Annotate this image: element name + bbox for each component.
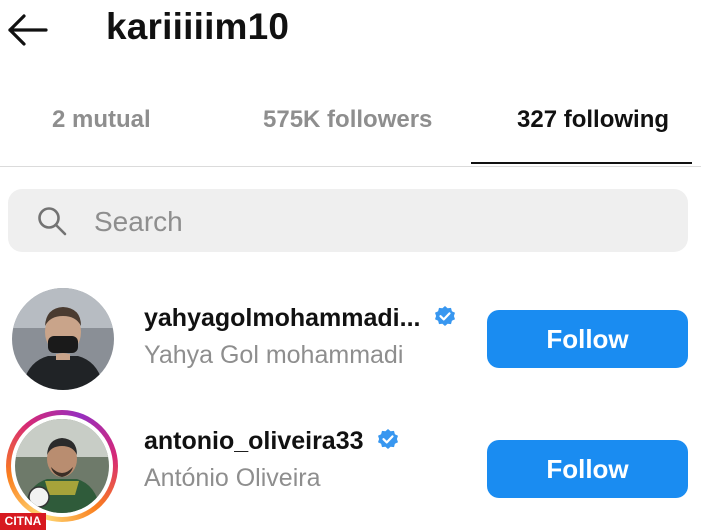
username-text: yahyagolmohammadi... <box>144 304 421 332</box>
username-link[interactable]: antonio_oliveira33 <box>144 427 400 456</box>
watermark-logo: CITNA <box>0 513 46 530</box>
avatar[interactable] <box>15 419 109 513</box>
tab-following[interactable]: 327 following <box>517 106 669 134</box>
story-ring[interactable] <box>6 410 118 522</box>
username-link[interactable]: yahyagolmohammadi... <box>144 304 457 333</box>
user-list-item[interactable]: yahyagolmohammadi... Yahya Gol mohammadi… <box>0 284 701 394</box>
full-name: Yahya Gol mohammadi <box>144 341 404 369</box>
active-tab-indicator <box>471 162 692 164</box>
search-bar[interactable] <box>8 189 688 254</box>
follow-button[interactable]: Follow <box>487 310 688 368</box>
avatar[interactable] <box>12 288 114 390</box>
verified-badge-icon <box>378 429 399 449</box>
back-button[interactable] <box>6 10 50 50</box>
tab-followers[interactable]: 575K followers <box>263 106 432 134</box>
top-bar: kariiiiim10 <box>0 0 701 62</box>
search-input[interactable] <box>92 189 676 254</box>
username-text: antonio_oliveira33 <box>144 427 364 455</box>
full-name: António Oliveira <box>144 464 321 492</box>
follow-tabs: 2 mutual 575K followers 327 following <box>0 90 701 167</box>
search-icon <box>38 207 67 236</box>
follow-button[interactable]: Follow <box>487 440 688 498</box>
verified-badge-icon <box>435 306 456 326</box>
arrow-left-icon <box>8 14 48 46</box>
tab-mutual[interactable]: 2 mutual <box>52 106 151 134</box>
user-list-item[interactable]: antonio_oliveira33 António Oliveira Foll… <box>0 407 701 522</box>
profile-username-title: kariiiiim10 <box>106 6 290 47</box>
